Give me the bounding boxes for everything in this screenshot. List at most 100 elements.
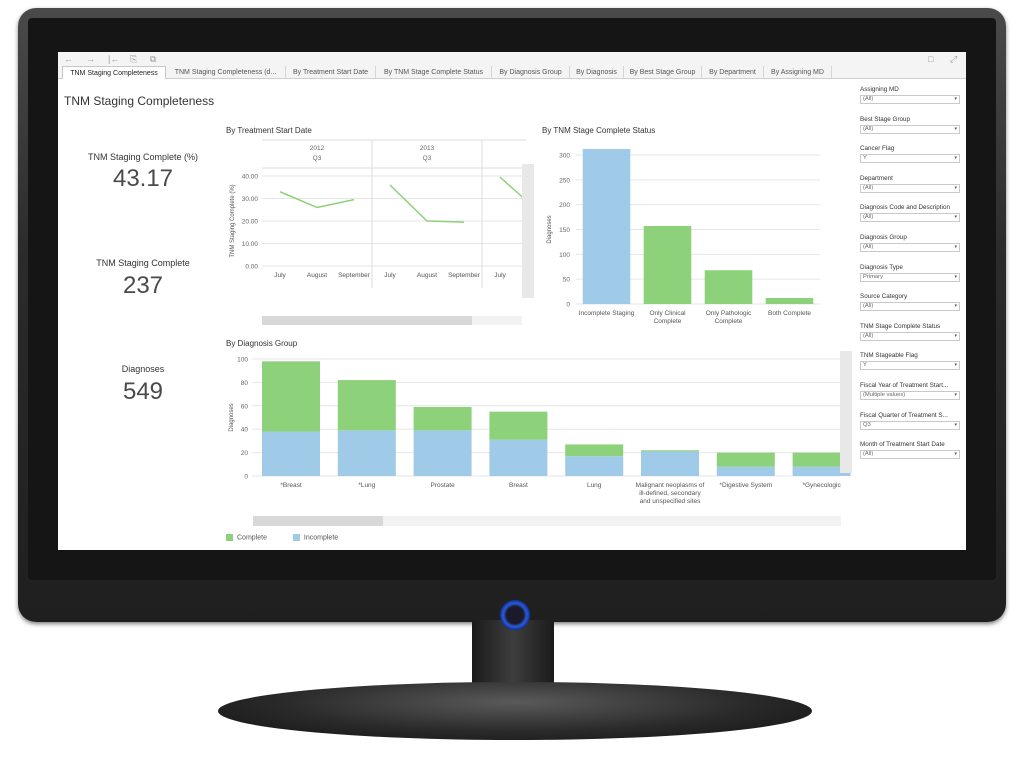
dashboard-screen: ← → |← ⎘ ⧉ □ ⤢ TNM Staging Completeness … <box>58 52 966 550</box>
status-chart-title: By TNM Stage Complete Status <box>542 126 656 135</box>
chevron-down-icon[interactable]: ▾ <box>954 126 957 133</box>
line-chart-y-tick: 40.00 <box>242 174 259 181</box>
kpi-label-staging-complete: TNM Staging Complete <box>96 258 190 268</box>
legend-swatch-complete <box>226 534 233 541</box>
line-chart-y-tick: 10.00 <box>242 241 259 248</box>
fullscreen-icon[interactable]: ⤢ <box>950 53 957 65</box>
group-chart-y-label: Diagnoses <box>229 403 235 431</box>
filter-dropdown[interactable]: (All) ▾ <box>860 213 960 223</box>
filter-value: Primary <box>863 273 883 280</box>
group-chart-x-label: *Lung <box>358 482 375 489</box>
filter-1: Best Stage Group (All) ▾ <box>860 115 960 134</box>
group-chart-bar-complete <box>413 406 472 431</box>
line-chart-series-line <box>499 176 525 200</box>
chevron-down-icon[interactable]: ▾ <box>954 274 957 281</box>
line-chart-h-scrollbar-thumb <box>262 316 472 325</box>
chevron-down-icon[interactable]: ▾ <box>954 451 957 458</box>
group-chart-y-tick: 0 <box>244 474 248 481</box>
filter-2: Cancer Flag Y ▾ <box>860 144 960 164</box>
line-chart-x-tick: August <box>417 272 437 279</box>
copy-icon[interactable]: ⎘ <box>130 53 137 65</box>
chevron-down-icon[interactable]: ▾ <box>954 244 957 251</box>
group-chart-title: By Diagnosis Group <box>226 339 298 348</box>
tab-by-diagnosis[interactable]: By Diagnosis <box>570 66 624 79</box>
group-chart-bar-incomplete <box>641 451 699 476</box>
filter-dropdown[interactable]: (All) ▾ <box>860 95 960 104</box>
status-chart-y-label: Diagnoses <box>547 215 553 243</box>
filter-value: (All) <box>863 125 874 132</box>
group-chart-x-label: *Gynecologic <box>802 482 841 489</box>
filter-dropdown[interactable]: (Multiple values) ▾ <box>860 391 960 400</box>
tab-by-assigning-md[interactable]: By Assigning MD <box>764 66 832 79</box>
filter-label: Assigning MD <box>860 86 899 93</box>
filter-value: (Multiple values) <box>863 392 906 398</box>
filter-dropdown[interactable]: Y ▾ <box>860 154 960 164</box>
line-chart: 40.00 30.00 20.00 10.00 0.00 TNM Staging Comp… <box>230 139 534 325</box>
group-chart-v-scrollbar <box>840 351 852 473</box>
tab-by-treatment-start-date[interactable]: By Treatment Start Date <box>286 66 376 79</box>
kpi-value-diagnoses: 549 <box>122 378 164 405</box>
filter-label: Fiscal Quarter of Treatment S... <box>860 411 948 419</box>
group-chart-x-label: Malignant neoplasms of <box>636 482 705 489</box>
filter-dropdown[interactable]: Q3 ▾ <box>860 420 960 430</box>
filter-9: TNM Stageable Flag Y ▾ <box>860 351 960 371</box>
filter-dropdown[interactable]: (All) ▾ <box>860 302 960 312</box>
filter-value: (All) <box>863 332 874 339</box>
filter-value: (All) <box>863 303 874 310</box>
status-chart-y-tick: 50 <box>563 277 571 284</box>
group-chart-h-scrollbar-thumb <box>253 516 383 526</box>
line-chart-quarter-header: Q3 <box>423 155 432 162</box>
filter-value: (All) <box>863 244 874 250</box>
filter-value: (All) <box>863 184 874 191</box>
filter-dropdown[interactable]: Primary ▾ <box>860 272 960 282</box>
tab-by-diagnosis-group[interactable]: By Diagnosis Group <box>492 66 570 79</box>
status-chart-y-tick: 250 <box>559 177 570 184</box>
filter-6: Diagnosis Type Primary ▾ <box>860 263 960 282</box>
filter-dropdown[interactable]: (All) ▾ <box>860 243 960 252</box>
forward-arrow-icon[interactable]: → <box>86 53 95 65</box>
filter-dropdown[interactable]: (All) ▾ <box>860 331 960 341</box>
chevron-down-icon[interactable]: ▾ <box>954 303 957 310</box>
tab-by-tnm-stage-complete-status[interactable]: By TNM Stage Complete Status <box>376 66 492 79</box>
filter-7: Source Category (All) ▾ <box>860 292 960 312</box>
tab-by-department[interactable]: By Department <box>702 66 764 79</box>
group-chart-x-label: *Digestive System <box>719 482 772 489</box>
line-chart-x-tick: September <box>338 272 371 279</box>
filter-label: Diagnosis Type <box>860 263 903 271</box>
filter-11: Fiscal Quarter of Treatment S... Q3 ▾ <box>860 411 960 430</box>
tab-tnm-staging-completeness[interactable]: TNM Staging Completeness <box>62 66 166 79</box>
legend-label-incomplete: Incomplete <box>303 534 339 542</box>
status-chart-x-label: Incomplete Staging <box>579 310 635 317</box>
filter-dropdown[interactable]: (All) ▾ <box>860 450 960 460</box>
chevron-down-icon[interactable]: ▾ <box>954 185 957 192</box>
group-chart-x-label: ill-defined, secondary <box>639 490 701 497</box>
filter-dropdown[interactable]: Y ▾ <box>860 361 960 371</box>
revert-icon[interactable]: |← <box>108 53 119 65</box>
chevron-down-icon[interactable]: ▾ <box>954 96 957 103</box>
back-arrow-icon[interactable]: ← <box>64 53 73 65</box>
chevron-down-icon[interactable]: ▾ <box>954 333 957 340</box>
group-chart-x-label: and unspecified sites <box>640 498 701 505</box>
tab-by-best-stage-group[interactable]: By Best Stage Group <box>624 66 702 79</box>
comment-icon[interactable]: □ <box>928 53 933 65</box>
chevron-down-icon[interactable]: ▾ <box>954 392 957 399</box>
filter-value: Q3 <box>863 421 871 428</box>
filter-dropdown[interactable]: (All) ▾ <box>860 124 960 134</box>
paste-icon[interactable]: ⧉ <box>150 53 156 65</box>
group-chart-bar-complete <box>262 361 320 432</box>
chevron-down-icon[interactable]: ▾ <box>954 214 957 221</box>
tab-bar: TNM Staging Completeness TNM Staging Com… <box>58 66 966 79</box>
chevron-down-icon[interactable]: ▾ <box>954 422 957 429</box>
line-chart-x-tick: July <box>494 272 506 279</box>
group-chart-bar-incomplete <box>262 431 320 476</box>
line-chart-series-line <box>279 191 355 209</box>
filter-dropdown[interactable]: (All) ▾ <box>860 183 960 193</box>
chevron-down-icon[interactable]: ▾ <box>954 155 957 162</box>
chevron-down-icon[interactable]: ▾ <box>954 362 957 369</box>
tab-tnm-staging-completeness-detail[interactable]: TNM Staging Completeness (d... <box>166 66 286 79</box>
group-chart-bar-complete <box>641 450 699 452</box>
status-chart-bar <box>704 270 753 304</box>
group-chart-bar-incomplete <box>716 466 775 476</box>
group-chart-bar-incomplete <box>489 439 548 476</box>
filter-value: (All) <box>863 214 874 221</box>
